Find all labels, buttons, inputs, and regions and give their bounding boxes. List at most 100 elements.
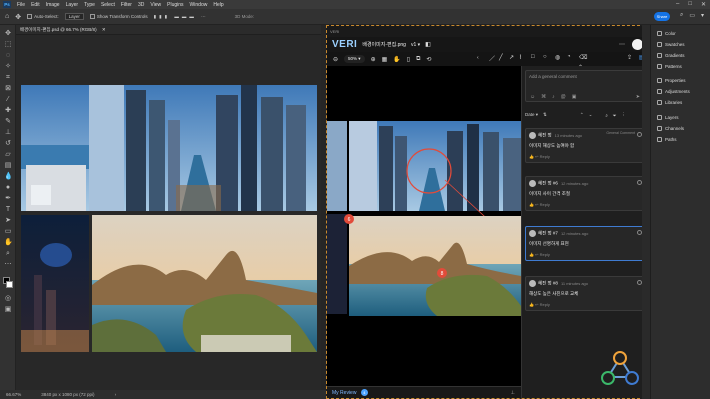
comment-card-selected[interactable]: 혜진 정 #7 12 minutes ago 이미지 선명하게 표현 👍 ↩ Re… [525, 226, 646, 261]
close-tab-icon[interactable]: ✕ [102, 27, 106, 32]
document-icon[interactable]: ▯ [407, 56, 410, 63]
review-viewer[interactable]: 6 8 [327, 66, 521, 386]
reply-icon[interactable]: ↩ [535, 252, 538, 257]
brush-tool-icon[interactable]: ✎ [4, 118, 12, 125]
filter-icon[interactable]: ⏷ [613, 113, 617, 118]
polyline-icon[interactable]: ⌇ [519, 54, 522, 61]
frame-tool-icon[interactable]: ⊠ [4, 85, 12, 92]
menu-plugins[interactable]: Plugins [167, 2, 183, 8]
panel-paths[interactable]: Paths [657, 137, 677, 142]
menu-type[interactable]: Type [84, 2, 95, 8]
more-icon[interactable]: ▾ [701, 12, 704, 19]
my-review-tab[interactable]: My Review 4 ⊥ [327, 386, 521, 398]
ellipse-icon[interactable]: ○ [543, 54, 547, 60]
prev-tool-icon[interactable]: ‹ [477, 55, 479, 61]
pen-icon[interactable]: ／ [489, 54, 495, 63]
line-icon[interactable]: ╱ [499, 54, 503, 61]
move-tool-icon[interactable]: ✥ [15, 13, 21, 21]
more-menu-icon[interactable]: ⋯ [619, 41, 625, 48]
panel-libraries[interactable]: Libraries [657, 100, 682, 105]
marquee-tool-icon[interactable]: ⬚ [4, 41, 12, 48]
arrow-icon[interactable]: ↗ [509, 54, 514, 61]
comment-card[interactable]: 혜진 정 13 minutes ago General Comment 이미지 해… [525, 128, 646, 163]
comment-card[interactable]: 혜진 정 #6 12 minutes ago 이미지 사이 간격 조절 👍 ↩ R… [525, 176, 646, 211]
stamp-tool-icon[interactable]: ⊥ [4, 129, 12, 136]
comment-more-icon[interactable]: ⋮ [622, 112, 627, 118]
image-icon[interactable]: ▣ [572, 94, 577, 100]
reply-icon[interactable]: ↩ [535, 302, 538, 307]
zoom-dropdown[interactable]: 50% ▾ [344, 55, 365, 63]
history-brush-icon[interactable]: ↺ [4, 140, 12, 147]
reply-button[interactable]: Reply [540, 252, 550, 257]
panel-channels[interactable]: Channels [657, 126, 684, 131]
veri-panel-tab[interactable]: VERI [327, 26, 649, 37]
quick-mask-icon[interactable]: ◎ [4, 295, 12, 302]
minimize-icon[interactable]: – [676, 1, 679, 8]
sort-direction-icon[interactable]: ⇅ [543, 112, 547, 118]
mic-icon[interactable]: ♪ [552, 94, 555, 100]
zoom-out-icon[interactable]: ⊖ [333, 56, 338, 63]
crop-tool-icon[interactable]: ⌗ [4, 74, 12, 81]
panel-gradients[interactable]: Gradients [657, 53, 685, 58]
panel-swatches[interactable]: Swatches [657, 42, 685, 47]
gradient-tool-icon[interactable]: ▤ [4, 162, 12, 169]
share-icon[interactable]: ⇪ [627, 54, 632, 61]
next-comment-icon[interactable]: ⌄ [589, 112, 593, 118]
maximize-icon[interactable]: □ [688, 1, 692, 8]
shape-tool-icon[interactable]: ▭ [4, 228, 12, 235]
prev-comment-icon[interactable]: ⌃ [580, 112, 584, 118]
like-icon[interactable]: 👍 [529, 202, 534, 207]
status-arrow-icon[interactable]: › [115, 392, 117, 397]
type-tool-icon[interactable]: T [4, 206, 12, 213]
blur-tool-icon[interactable]: 💧 [4, 173, 13, 180]
hand-icon[interactable]: ✋ [393, 56, 400, 63]
comment-bubble-icon[interactable]: ◔ [567, 54, 571, 60]
panel-adjustments[interactable]: Adjustments [657, 89, 690, 94]
menu-layer[interactable]: Layer [66, 2, 79, 8]
reply-icon[interactable]: ↩ [535, 202, 538, 207]
eraser-icon[interactable]: ⌫ [579, 54, 587, 61]
zoom-tool-icon[interactable]: ⌕ [4, 250, 12, 257]
screen-mode-icon[interactable]: ▣ [4, 306, 12, 313]
menu-edit[interactable]: Edit [31, 2, 40, 8]
panel-patterns[interactable]: Patterns [657, 64, 682, 69]
hand-tool-icon[interactable]: ✋ [4, 239, 13, 246]
workspace-icon[interactable]: ▭ [689, 12, 695, 19]
sync-icon[interactable]: ⟲ [426, 56, 431, 63]
share-button[interactable]: Share [654, 12, 670, 21]
auto-select-checkbox[interactable]: Auto-Select: [27, 14, 59, 20]
emoji-icon[interactable]: ☺ [530, 94, 535, 100]
like-icon[interactable]: 👍 [529, 252, 534, 257]
comment-search-icon[interactable]: ⌕ [605, 113, 608, 118]
menu-help[interactable]: Help [213, 2, 223, 8]
lasso-tool-icon[interactable]: ◌ [4, 52, 12, 59]
at-icon[interactable]: @ [561, 94, 566, 100]
bubble-icon[interactable]: ◍ [555, 54, 560, 61]
rectangle-icon[interactable]: □ [531, 54, 535, 60]
menu-select[interactable]: Select [101, 2, 115, 8]
move-tool-icon[interactable]: ✥ [4, 30, 12, 37]
search-icon[interactable]: ⌕ [680, 12, 683, 19]
document-tab[interactable]: 배경이미지-편집.psd @ 66.7% (RGB/8) ✕ [16, 25, 321, 35]
dodge-tool-icon[interactable]: ● [4, 184, 12, 191]
sort-dropdown[interactable]: Date ▾ [525, 112, 538, 118]
pin-icon[interactable]: ⊥ [511, 387, 515, 399]
more-tools-icon[interactable]: ⋯ [4, 261, 12, 268]
menu-image[interactable]: Image [46, 2, 60, 8]
attach-icon[interactable]: ⌘ [541, 94, 546, 100]
version-dropdown[interactable]: v1 ▾ [411, 42, 420, 48]
compare-icon[interactable]: ⧉ [416, 56, 420, 63]
send-icon[interactable]: ➤ [636, 94, 640, 100]
menu-view[interactable]: View [150, 2, 161, 8]
eyedropper-tool-icon[interactable]: ⁄ [4, 96, 12, 103]
align-icons[interactable]: ▮▮▮ ▬▬▬ ⋯ [154, 14, 209, 20]
panel-layers[interactable]: Layers [657, 115, 679, 120]
healing-tool-icon[interactable]: ✚ [4, 107, 12, 114]
general-comment-input[interactable]: Add a general comment ☺ ⌘ ♪ @ ▣ ➤ [525, 70, 645, 102]
layer-dropdown[interactable]: Layer [64, 13, 84, 20]
menu-window[interactable]: Window [190, 2, 208, 8]
transform-checkbox[interactable]: Show Transform Controls [89, 14, 148, 20]
like-icon[interactable]: 👍 [529, 302, 534, 307]
background-color-swatch[interactable] [6, 281, 13, 288]
fit-icon[interactable]: ▦ [382, 56, 388, 63]
